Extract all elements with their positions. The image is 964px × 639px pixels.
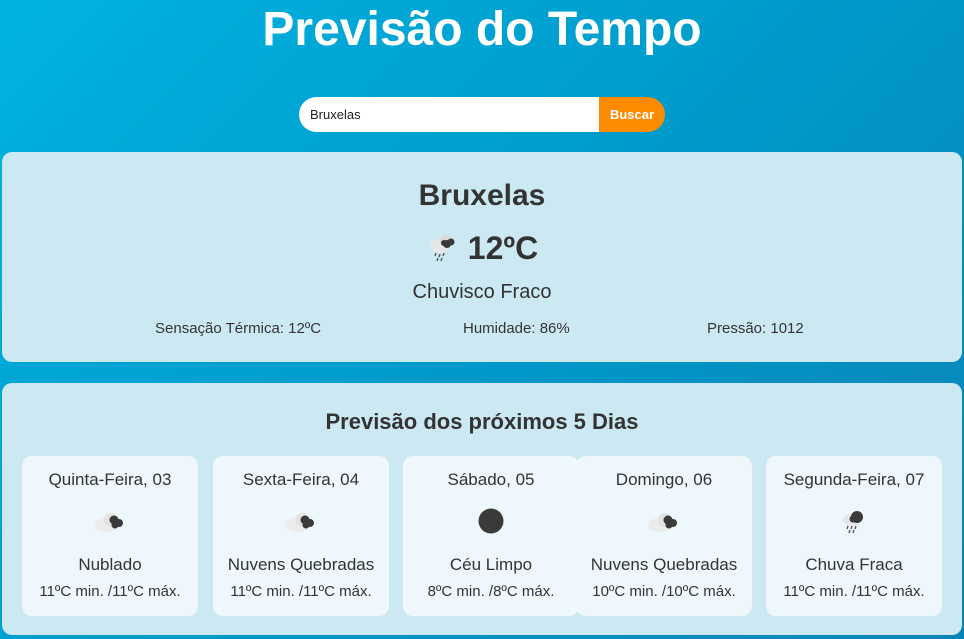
forecast-day-card: Quinta-Feira, 03 Nublado 11ºC min. /11ºC…	[22, 456, 198, 616]
current-description: Chuvisco Fraco	[412, 281, 552, 303]
pressure-text: Pressão: 1012	[707, 320, 804, 337]
current-temperature-row: 12ºC	[0, 228, 964, 268]
forecast-day-range: 10ºC min. /10ºC máx.	[592, 583, 736, 600]
city-name: Bruxelas	[418, 179, 546, 212]
forecast-day-date: Sábado, 05	[447, 470, 535, 489]
forecast-day-card: Sábado, 05 Céu Limpo 8ºC min. /8ºC máx.	[403, 456, 579, 616]
forecast-day-date: Domingo, 06	[615, 470, 713, 489]
forecast-day-date: Sexta-Feira, 04	[242, 470, 360, 489]
current-temperature: 12ºC	[467, 229, 539, 266]
feels-like-text: Sensação Térmica: 12ºC	[155, 320, 322, 337]
search-button[interactable]: Buscar	[599, 97, 665, 132]
forecast-day-range: 11ºC min. /11ºC máx.	[783, 583, 925, 600]
forecast-day-card: Sexta-Feira, 04 Nuvens Quebradas 11ºC mi…	[213, 456, 389, 616]
broken-clouds-icon	[213, 506, 389, 536]
forecast-day-description: Nuvens Quebradas	[227, 555, 375, 574]
forecast-day-date: Quinta-Feira, 03	[48, 470, 172, 489]
forecast-day-description: Nublado	[78, 555, 142, 574]
forecast-day-range: 11ºC min. /11ºC máx.	[39, 583, 181, 600]
forecast-title: Previsão dos próximos 5 Dias	[325, 409, 639, 434]
page-title: Previsão do Tempo	[262, 3, 702, 56]
clear-sky-icon	[403, 506, 579, 536]
search-bar: Buscar	[299, 97, 665, 132]
forecast-day-description: Nuvens Quebradas	[590, 555, 738, 574]
broken-clouds-icon	[576, 506, 752, 536]
forecast-day-range: 8ºC min. /8ºC máx.	[427, 583, 555, 600]
drizzle-icon	[426, 229, 460, 268]
forecast-day-range: 11ºC min. /11ºC máx.	[230, 583, 372, 600]
city-search-input[interactable]	[299, 97, 599, 132]
forecast-day-description: Céu Limpo	[449, 555, 533, 574]
forecast-day-date: Segunda-Feira, 07	[783, 470, 925, 489]
forecast-day-card: Segunda-Feira, 07 Chuva Fraca 11ºC min. …	[766, 456, 942, 616]
cloudy-icon	[22, 506, 198, 536]
rain-icon	[766, 506, 942, 536]
humidity-text: Humidade: 86%	[463, 320, 570, 337]
forecast-day-description: Chuva Fraca	[805, 555, 903, 574]
forecast-day-card: Domingo, 06 Nuvens Quebradas 10ºC min. /…	[576, 456, 752, 616]
